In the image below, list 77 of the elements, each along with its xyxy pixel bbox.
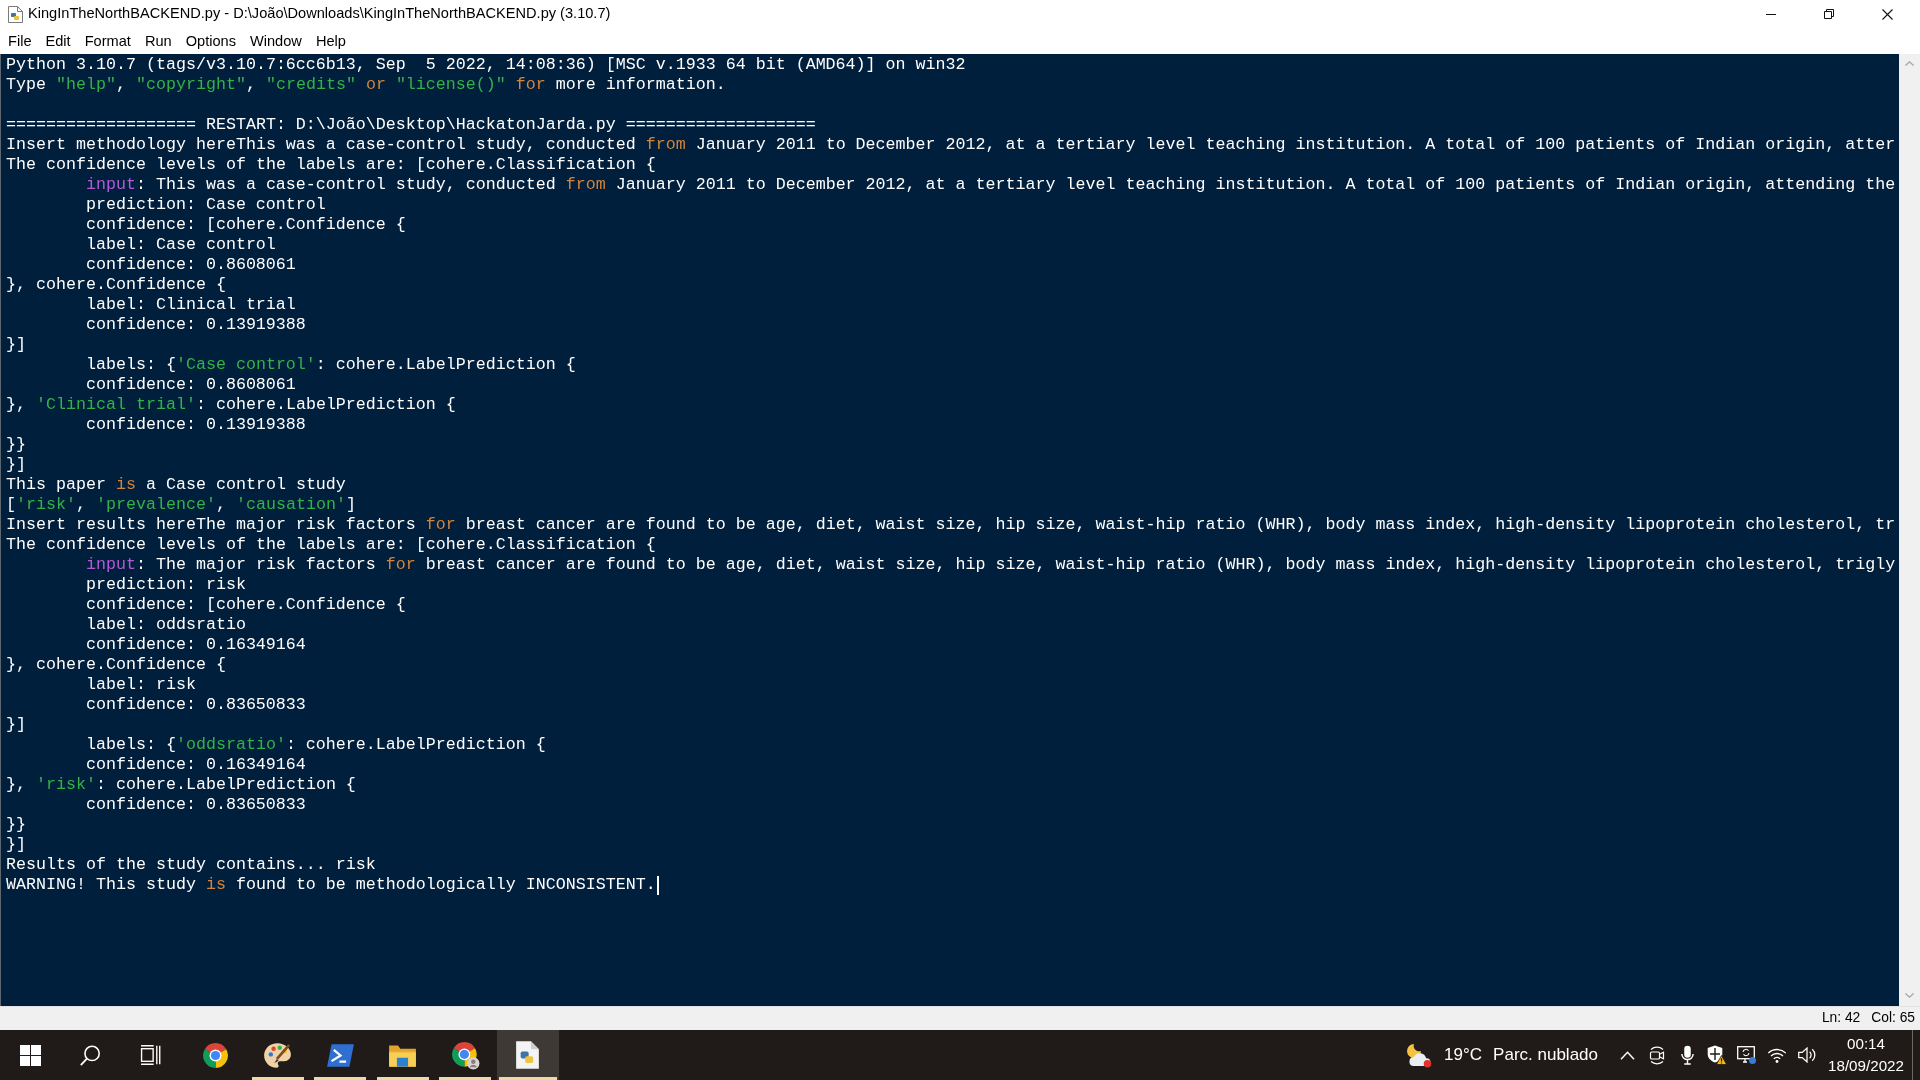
console-line: label: Clinical trial	[85, 295, 296, 315]
chrome-icon	[201, 1041, 229, 1069]
console-line: }, 'risk': cohere.LabelPrediction {	[6, 775, 356, 795]
console-line: label: Case control	[85, 235, 276, 255]
console-line: prediction: risk	[85, 575, 246, 595]
minimize-icon	[1766, 13, 1776, 15]
console-line: confidence: 0.16349164	[85, 755, 306, 775]
console-line: labels: {'oddsratio': cohere.LabelPrediction {	[85, 735, 546, 755]
clock-time: 00:14	[1847, 1034, 1885, 1054]
console-line: input: The major risk factors for breast cancer are found to be age, diet, waist size, hip size, waist-hip ratio (WHR), body mass index, high-density lipoprotein cholesterol, trigly	[85, 555, 1896, 575]
task-view-icon	[139, 1045, 161, 1065]
console-line: confidence: 0.13919388	[85, 315, 306, 335]
file-icon	[8, 5, 23, 23]
console-line: }, cohere.Confidence {	[6, 275, 226, 295]
console-line: ['risk', 'prevalence', 'causation']	[6, 495, 356, 515]
console-line: Insert results hereThe major risk factors for breast cancer are found to be age, diet, waist size, hip size, waist-hip ratio (WHR), body mass index, high-density lipoprotein cholesterol, tr	[6, 515, 1896, 535]
menu-item[interactable]: Window	[242, 30, 309, 52]
console-line: input: This was a case-control study, conducted from January 2011 to December 2012, at a tertiary level teaching institution. A total of 100 patients of Indian origin, attending the	[85, 175, 1896, 195]
console-line: confidence: 0.83650833	[85, 795, 306, 815]
console-line: confidence: [cohere.Confidence {	[85, 215, 406, 235]
console-line: confidence: 0.8608061	[85, 255, 296, 275]
menu-item[interactable]: File	[1, 30, 39, 52]
console-line: The confidence levels of the labels are: [cohere.Classification {	[6, 155, 656, 175]
console-line: }}	[6, 435, 26, 455]
console-line: label: risk	[85, 675, 196, 695]
menu-item[interactable]: Format	[77, 30, 138, 52]
shell-text-area[interactable]	[0, 54, 1899, 1006]
wifi-icon[interactable]	[1768, 1047, 1786, 1063]
console-line: label: oddsratio	[85, 615, 246, 635]
windows-logo-icon	[19, 1044, 41, 1066]
taskbar-button[interactable]	[496, 1030, 559, 1080]
menu-item[interactable]: Options	[178, 30, 243, 52]
console-line: }, cohere.Confidence {	[6, 655, 226, 675]
column-number-status: Col: 65	[1871, 1009, 1915, 1028]
console-line: }]	[6, 835, 26, 855]
console-line: Type "help", "copyright", "credits" or "license()" for more information.	[6, 75, 726, 95]
line-number-status: Ln: 42	[1821, 1009, 1861, 1028]
console-line: Python 3.10.7 (tags/v3.10.7:6cc6b13, Sep 5 2022, 14:08:36) [MSC v.1933 64 bit (AMD64)] on win32	[6, 55, 966, 75]
console-line: Results of the study contains... risk	[6, 855, 376, 875]
window-title: KingInTheNorthBACKEND.py - D:\João\Downloads\KingInTheNorthBACKEND.py (3.10.7)	[28, 4, 611, 24]
menu-item[interactable]: Help	[308, 30, 353, 52]
terminal-icon	[325, 1042, 355, 1068]
console-line: confidence: [cohere.Confidence {	[85, 595, 406, 615]
console-line: Insert methodology hereThis was a case-control study, conducted from January 2011 to December 2012, at a tertiary level teaching institution. A total of 100 patients of Indian origin, atter	[6, 135, 1896, 155]
weather-condition: Parc. nublado	[1493, 1044, 1598, 1067]
console-line: }]	[6, 335, 26, 355]
console-line: confidence: 0.13919388	[85, 415, 306, 435]
console-line: }]	[6, 715, 26, 735]
console-line: }}	[6, 815, 26, 835]
weather-temperature: 19°C	[1444, 1044, 1483, 1067]
speaker-icon[interactable]	[1798, 1047, 1816, 1063]
close-icon	[1881, 8, 1893, 20]
console-line: This paper is a Case control study	[6, 475, 346, 495]
console-line: confidence: 0.8608061	[85, 375, 296, 395]
cloud-moon-icon[interactable]	[1405, 1042, 1434, 1068]
menu-item[interactable]: Edit	[38, 30, 78, 52]
clock-date: 18/09/2022	[1828, 1056, 1904, 1076]
menu-item[interactable]: Run	[137, 30, 179, 52]
palette-icon	[263, 1040, 293, 1070]
console-line: confidence: 0.83650833	[85, 695, 306, 715]
chrome-icon	[450, 1040, 480, 1070]
monitor-sync-icon[interactable]	[1737, 1045, 1757, 1065]
console-line: WARNING! This study is found to be methodologically INCONSISTENT.	[6, 875, 656, 895]
console-line: prediction: Case control	[85, 195, 326, 215]
console-line: labels: {'Case control': cohere.LabelPrediction {	[85, 355, 576, 375]
console-line: confidence: 0.16349164	[85, 635, 306, 655]
microphone-icon[interactable]	[1680, 1045, 1694, 1065]
file-icon	[515, 1040, 541, 1070]
console-line: The confidence levels of the labels are: [cohere.Classification {	[6, 535, 656, 555]
restore-icon	[1824, 9, 1834, 19]
folder-icon	[388, 1042, 418, 1068]
console-line: }]	[6, 455, 26, 475]
camera-icon[interactable]	[1648, 1045, 1666, 1065]
shield-warning-icon[interactable]	[1707, 1045, 1727, 1065]
console-line: }, 'Clinical trial': cohere.LabelPrediction {	[6, 395, 456, 415]
console-line: =================== RESTART: D:\João\Desktop\HackatonJarda.py ===================	[6, 115, 816, 135]
search-icon	[79, 1044, 101, 1066]
